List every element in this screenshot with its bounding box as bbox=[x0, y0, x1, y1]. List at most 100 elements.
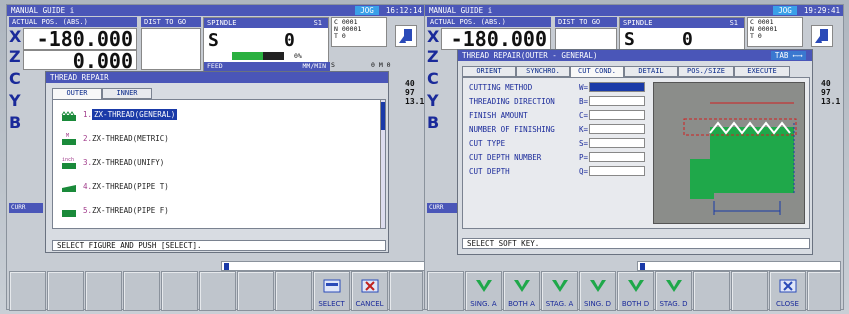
softkey-1[interactable] bbox=[9, 271, 46, 311]
sing-d-button[interactable]: SING. D bbox=[579, 271, 616, 311]
axis-b-label: B bbox=[9, 113, 22, 132]
cancel-button[interactable]: CANCEL bbox=[351, 271, 388, 311]
thread-profile-illustration bbox=[683, 102, 797, 215]
both-d-button[interactable]: BOTH D bbox=[617, 271, 654, 311]
tab-hint[interactable]: TAB ⟵⟶ bbox=[770, 51, 806, 60]
stag-a-icon bbox=[552, 280, 568, 292]
threading-direction-field[interactable] bbox=[589, 96, 645, 106]
softkey-6[interactable] bbox=[199, 271, 236, 311]
x-position-value: -180.000 bbox=[23, 28, 137, 50]
spindle-s-label: S bbox=[208, 30, 219, 51]
cancel-icon bbox=[361, 279, 379, 293]
finish-amount-row: FINISH AMOUNT C= bbox=[469, 110, 645, 121]
select-button[interactable]: SELECT bbox=[313, 271, 350, 311]
actual-pos-header: ACTUAL POS. (ABS.) bbox=[9, 17, 137, 27]
thread-repair-cut-dialog: THREAD REPAIR(OUTER - GENERAL) TAB ⟵⟶ OR… bbox=[457, 49, 813, 255]
key-input-field[interactable] bbox=[221, 261, 425, 271]
key-input-field[interactable] bbox=[637, 261, 841, 271]
app-title: MANUAL GUIDE i bbox=[429, 6, 493, 15]
axis-x-label: X bbox=[9, 27, 22, 46]
stag-a-button[interactable]: STAG. A bbox=[541, 271, 578, 311]
cutting-method-field[interactable] bbox=[589, 82, 645, 92]
sing-a-button[interactable]: SING. A bbox=[465, 271, 502, 311]
s-line: S bbox=[331, 61, 335, 69]
dialog-title: THREAD REPAIR bbox=[46, 72, 388, 83]
tool-icon[interactable] bbox=[395, 25, 417, 47]
list-scrollbar[interactable] bbox=[380, 100, 385, 228]
axis-y-label: Y bbox=[427, 91, 439, 110]
softkey-8[interactable] bbox=[693, 271, 730, 311]
list-item[interactable]: M 2.ZX-THREAD(METRIC) bbox=[61, 128, 361, 150]
thread-diagram bbox=[653, 82, 805, 224]
tab-pos-size[interactable]: POS./SIZE bbox=[678, 66, 734, 77]
cut-depth-number-field[interactable] bbox=[589, 152, 645, 162]
softkey-5[interactable] bbox=[161, 271, 198, 311]
softkey-8[interactable] bbox=[275, 271, 312, 311]
clock: 16:12:14 bbox=[385, 6, 422, 15]
svg-text:M: M bbox=[66, 133, 69, 139]
soft-key-bar: SELECT CANCEL bbox=[7, 271, 426, 311]
list-item[interactable]: 5.ZX-THREAD(PIPE F) bbox=[61, 200, 361, 222]
tab-cut-cond[interactable]: CUT COND. bbox=[570, 66, 624, 77]
clock: 19:29:41 bbox=[803, 6, 840, 15]
softkey-2[interactable] bbox=[47, 271, 84, 311]
thread-metric-icon: M bbox=[61, 132, 77, 146]
right-stats: 40 97 13.1 bbox=[821, 79, 841, 106]
x-position-value: -180.000 bbox=[441, 28, 551, 50]
number-of-finishing-row: NUMBER OF FINISHING K= bbox=[469, 124, 645, 135]
thread-pipe-f-icon bbox=[61, 204, 77, 218]
thread-pipe-t-icon bbox=[61, 180, 77, 194]
cutting-method-row: CUTTING METHOD W= bbox=[469, 82, 645, 93]
both-d-icon bbox=[628, 280, 644, 292]
program-info: C 0001 N 00001 T 0 bbox=[747, 17, 803, 47]
thread-type-list: 1. ZX-THREAD(GENERAL) M 2.ZX-THREAD(METRIC… bbox=[52, 99, 386, 229]
both-a-button[interactable]: BOTH A bbox=[503, 271, 540, 311]
cut-depth-field[interactable] bbox=[589, 166, 645, 176]
cut-depth-number-row: CUT DEPTH NUMBER P= bbox=[469, 152, 645, 163]
spindle-s-label: S bbox=[624, 29, 635, 50]
list-item[interactable]: inch 3.ZX-THREAD(UNIFY) bbox=[61, 152, 361, 174]
left-cnc-screen: MANUAL GUIDE i JOG 16:12:14 ACTUAL POS. … bbox=[6, 4, 426, 311]
cut-type-field[interactable] bbox=[589, 138, 645, 148]
softkey-7[interactable] bbox=[237, 271, 274, 311]
list-item[interactable]: 4.ZX-THREAD(PIPE T) bbox=[61, 176, 361, 198]
number-of-finishing-field[interactable] bbox=[589, 124, 645, 134]
finish-amount-field[interactable] bbox=[589, 110, 645, 120]
softkey-4[interactable] bbox=[123, 271, 160, 311]
spindle-load-bar bbox=[232, 52, 284, 60]
mode-indicator: JOG bbox=[773, 6, 797, 15]
z-position-value: 0.000 bbox=[23, 50, 137, 71]
curr-label: CURR bbox=[9, 203, 43, 213]
cut-type-row: CUT TYPE S= bbox=[469, 138, 645, 149]
softkey-next[interactable] bbox=[807, 271, 841, 311]
softkey-9[interactable] bbox=[731, 271, 768, 311]
cut-depth-row: CUT DEPTH Q= bbox=[469, 166, 645, 177]
tab-outer[interactable]: OUTER bbox=[52, 88, 102, 99]
tool-icon[interactable] bbox=[811, 25, 833, 47]
sing-d-icon bbox=[590, 280, 606, 292]
dist-to-go-grid bbox=[555, 28, 617, 50]
tab-inner[interactable]: INNER bbox=[102, 88, 152, 99]
axis-z-label: Z bbox=[427, 47, 439, 66]
spindle-panel: SPINDLE S1 S 0 0% FEED MM/MIN bbox=[203, 17, 330, 71]
axis-c-label: C bbox=[9, 69, 21, 88]
softkey-back[interactable] bbox=[427, 271, 464, 311]
spindle-load-pct: 0% bbox=[294, 52, 302, 60]
list-item[interactable]: 1. ZX-THREAD(GENERAL) bbox=[61, 104, 361, 126]
sing-a-icon bbox=[476, 280, 492, 292]
close-button[interactable]: CLOSE bbox=[769, 271, 806, 311]
tab-execute[interactable]: EXECUTE bbox=[734, 66, 790, 77]
tab-synchro[interactable]: SYNCHRO. bbox=[516, 66, 570, 77]
axis-z-label: Z bbox=[9, 47, 21, 66]
tool-number: T 0 bbox=[334, 32, 346, 40]
tab-orient[interactable]: ORIENT bbox=[462, 66, 516, 77]
spindle-panel: SPINDLE S1 S 0 bbox=[619, 17, 745, 51]
stag-d-button[interactable]: STAG. D bbox=[655, 271, 692, 311]
m-line: 0 M 0 bbox=[371, 61, 391, 69]
thread-general-icon bbox=[61, 108, 77, 122]
softkey-next[interactable] bbox=[389, 271, 423, 311]
status-message: SELECT FIGURE AND PUSH [SELECT]. bbox=[52, 240, 386, 251]
spindle-header: SPINDLE S1 bbox=[620, 18, 744, 28]
tab-detail[interactable]: DETAIL bbox=[624, 66, 678, 77]
softkey-3[interactable] bbox=[85, 271, 122, 311]
